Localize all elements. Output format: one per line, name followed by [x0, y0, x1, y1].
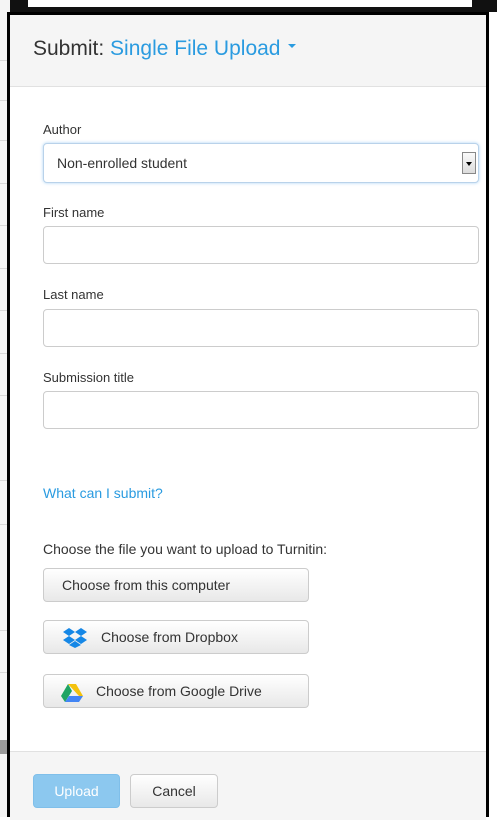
upload-mode-dropdown[interactable]: Single File Upload [110, 37, 297, 60]
upload-mode-label: Single File Upload [110, 37, 281, 60]
choose-from-dropbox-label: Choose from Dropbox [101, 629, 238, 645]
choose-from-computer-button[interactable]: Choose from this computer [43, 568, 309, 602]
submission-title-label: Submission title [43, 370, 135, 385]
what-can-i-submit-link[interactable]: What can I submit? [43, 485, 163, 501]
select-arrow-icon[interactable] [462, 152, 476, 174]
dropbox-icon [63, 628, 87, 648]
modal-header: Submit: Single File Upload [10, 15, 486, 87]
upload-button[interactable]: Upload [33, 774, 120, 808]
upload-prompt: Choose the file you want to upload to Tu… [43, 541, 328, 557]
modal-title: Submit: Single File Upload [33, 37, 297, 61]
choose-from-computer-label: Choose from this computer [62, 577, 231, 593]
cancel-button[interactable]: Cancel [130, 774, 218, 808]
background-page-panel [28, 0, 472, 7]
first-name-label: First name [43, 205, 105, 220]
caret-down-icon [288, 44, 297, 49]
background-page-top [0, 0, 497, 12]
last-name-label: Last name [43, 287, 104, 302]
submit-modal: Submit: Single File Upload Author Non-en… [7, 12, 489, 820]
submission-title-input[interactable] [43, 391, 479, 429]
modal-footer: Upload Cancel [10, 751, 486, 820]
choose-from-google-drive-button[interactable]: Choose from Google Drive [43, 674, 309, 708]
google-drive-icon [61, 684, 83, 702]
author-selected-value: Non-enrolled student [57, 155, 187, 171]
author-label: Author [43, 122, 82, 137]
choose-from-dropbox-button[interactable]: Choose from Dropbox [43, 620, 309, 654]
modal-title-prefix: Submit: [33, 37, 105, 60]
first-name-input[interactable] [43, 226, 479, 264]
last-name-input[interactable] [43, 309, 479, 347]
author-select[interactable]: Non-enrolled student [43, 143, 479, 183]
choose-from-google-drive-label: Choose from Google Drive [96, 683, 262, 699]
